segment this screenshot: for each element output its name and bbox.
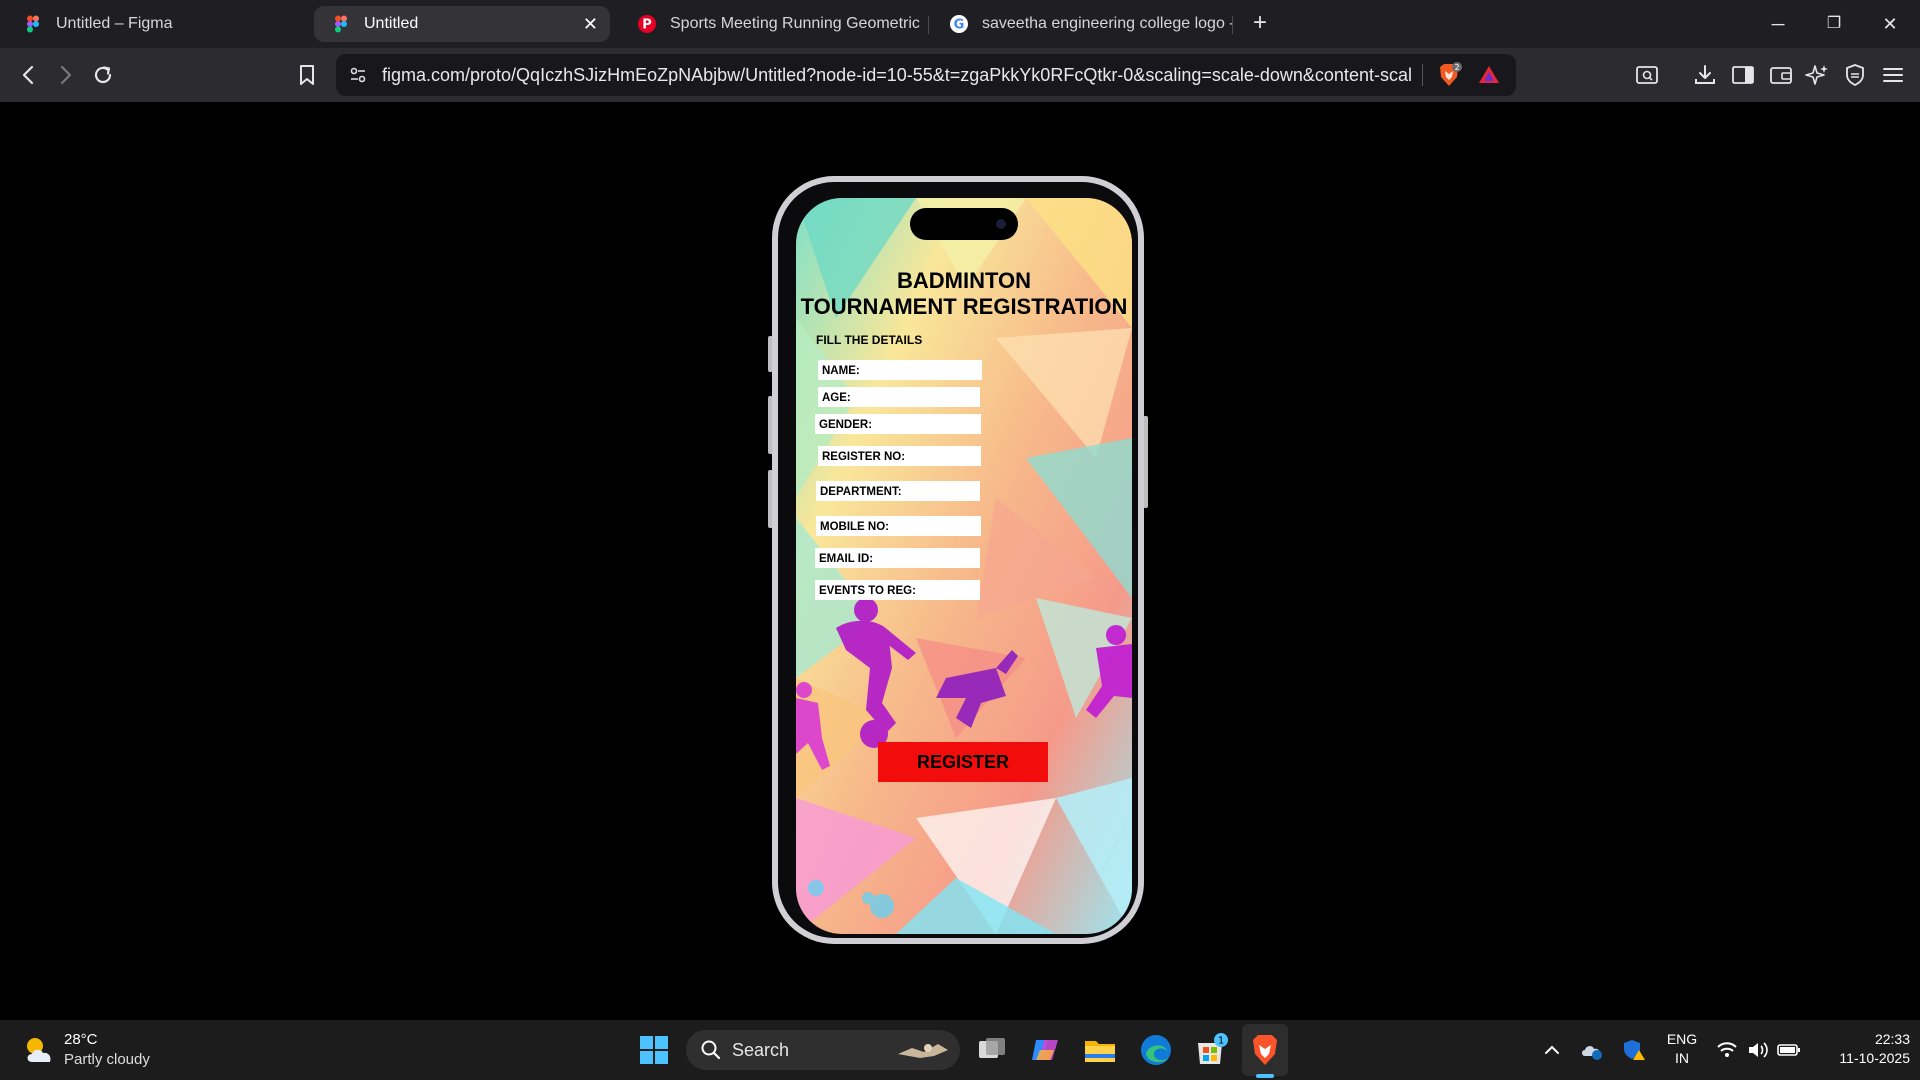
figma-icon <box>27 15 39 33</box>
minimize-button[interactable]: ─ <box>1758 8 1798 40</box>
phone-bezel: BADMINTON TOURNAMENT REGISTRATION FILL T… <box>778 182 1138 938</box>
tab-figma[interactable]: Untitled – Figma <box>6 6 306 42</box>
browser-toolbar: figma.com/proto/QqIczhSJizHmEoZpNAbjbw/U… <box>0 48 1920 102</box>
field-label: NAME: <box>822 365 860 377</box>
bookmark-icon[interactable] <box>292 60 322 90</box>
brave-rewards-icon[interactable] <box>1478 64 1500 86</box>
field-label: MOBILE NO: <box>820 521 889 533</box>
mobile-no-field[interactable]: MOBILE NO: <box>816 516 981 536</box>
title-line-1: BADMINTON <box>896 268 1032 293</box>
windows-start-icon[interactable] <box>636 1032 672 1068</box>
events-to-reg-field[interactable]: EVENTS TO REG: <box>815 580 980 600</box>
gender-field[interactable]: GENDER: <box>815 414 981 434</box>
battery-icon[interactable] <box>1776 1039 1802 1061</box>
restore-button[interactable]: ❐ <box>1814 8 1854 40</box>
pinterest-icon: P <box>638 15 656 33</box>
search-label: Search <box>732 1040 790 1060</box>
weather-temp[interactable]: 28°C <box>64 1031 98 1048</box>
phone-screen: BADMINTON TOURNAMENT REGISTRATION FILL T… <box>796 198 1132 934</box>
active-app-indicator <box>1256 1074 1274 1078</box>
phone-frame: BADMINTON TOURNAMENT REGISTRATION FILL T… <box>772 176 1144 944</box>
tab-separator <box>928 16 929 34</box>
svg-text:G: G <box>954 18 965 33</box>
copilot-icon[interactable] <box>1028 1032 1064 1068</box>
name-field[interactable]: NAME: <box>818 360 982 380</box>
field-label: EMAIL ID: <box>819 553 874 565</box>
brave-shields-icon[interactable]: 2 <box>1436 62 1462 88</box>
wallet-icon[interactable] <box>1768 62 1794 88</box>
dynamic-island <box>910 208 1018 240</box>
vpn-shield-icon[interactable] <box>1842 62 1868 88</box>
store-badge: 1 <box>1218 1036 1224 1047</box>
leo-ai-icon[interactable] <box>1804 62 1830 88</box>
tab-google[interactable]: G saveetha engineering college logo - ( <box>932 6 1232 42</box>
close-window-button[interactable]: ✕ <box>1870 8 1910 40</box>
front-camera <box>996 219 1006 229</box>
field-label: REGISTER NO: <box>822 451 906 463</box>
tab-separator <box>1232 16 1233 34</box>
form-title: BADMINTON TOURNAMENT REGISTRATION <box>796 268 1132 320</box>
onedrive-sync-icon[interactable] <box>1580 1038 1604 1062</box>
security-warning-icon[interactable] <box>1622 1038 1646 1062</box>
partly-cloudy-icon[interactable] <box>22 1032 58 1068</box>
svg-text:P: P <box>642 18 652 33</box>
department-field[interactable]: DEPARTMENT: <box>816 481 980 501</box>
microsoft-store-icon[interactable]: 1 <box>1192 1032 1228 1068</box>
field-label: AGE: <box>822 392 851 404</box>
title-line-2: TOURNAMENT REGISTRATION <box>800 294 1128 319</box>
age-field[interactable]: AGE: <box>818 387 980 407</box>
download-icon[interactable] <box>1692 62 1718 88</box>
clock[interactable]: 22:33 11-10-2025 <box>1810 1031 1910 1066</box>
language-indicator[interactable]: ENG IN <box>1662 1031 1702 1066</box>
search-icon <box>701 1040 721 1060</box>
reader-mode-icon[interactable] <box>1634 62 1660 88</box>
browser-tab-bar: Untitled – Figma Untitled ✕ P Sports Mee… <box>0 0 1920 48</box>
file-explorer-icon[interactable] <box>1082 1032 1118 1068</box>
tab-title: Untitled <box>364 15 419 32</box>
register-button[interactable]: REGISTER <box>878 742 1048 782</box>
chevron-up-icon[interactable] <box>1542 1040 1562 1060</box>
close-tab-icon[interactable]: ✕ <box>583 14 598 34</box>
field-label: GENDER: <box>819 419 873 431</box>
tab-title: Sports Meeting Running Geometric V <box>670 15 920 32</box>
edge-icon[interactable] <box>1138 1032 1174 1068</box>
field-label: DEPARTMENT: <box>820 486 902 498</box>
reload-icon[interactable] <box>88 60 118 90</box>
address-bar[interactable]: figma.com/proto/QqIczhSJizHmEoZpNAbjbw/U… <box>336 54 1516 96</box>
clock-time: 22:33 <box>1874 1031 1910 1047</box>
lang-line-1: ENG <box>1666 1031 1698 1047</box>
tab-title: Untitled – Figma <box>56 15 173 32</box>
back-icon[interactable] <box>14 60 44 90</box>
register-no-field[interactable]: REGISTER NO: <box>818 446 981 466</box>
clock-date: 11-10-2025 <box>1839 1050 1910 1066</box>
url-text: figma.com/proto/QqIczhSJizHmEoZpNAbjbw/U… <box>382 65 1412 85</box>
wifi-icon[interactable] <box>1716 1039 1738 1061</box>
forward-icon[interactable] <box>50 60 80 90</box>
search-highlight-icon <box>898 1044 948 1058</box>
weather-desc[interactable]: Partly cloudy <box>64 1051 150 1068</box>
figma-icon <box>335 15 347 33</box>
sidebar-icon[interactable] <box>1730 62 1756 88</box>
email-id-field[interactable]: EMAIL ID: <box>815 548 980 568</box>
lang-line-2: IN <box>1675 1050 1689 1066</box>
menu-icon[interactable] <box>1880 62 1906 88</box>
new-tab-button[interactable]: + <box>1246 10 1274 38</box>
task-view-icon[interactable] <box>974 1032 1010 1068</box>
shields-badge: 2 <box>1454 63 1459 72</box>
volume-icon[interactable] <box>1746 1039 1770 1061</box>
site-settings-icon[interactable] <box>348 65 368 85</box>
url-divider <box>1422 64 1423 86</box>
google-icon: G <box>950 15 968 33</box>
taskbar: 28°C Partly cloudy Search 1 ENG IN 22:33… <box>0 1020 1920 1080</box>
tab-untitled-active[interactable]: Untitled ✕ <box>314 6 610 42</box>
brave-browser-icon[interactable] <box>1247 1032 1283 1068</box>
tab-pinterest[interactable]: P Sports Meeting Running Geometric V <box>620 6 920 42</box>
form-subtitle: FILL THE DETAILS <box>816 333 923 347</box>
taskbar-search[interactable]: Search <box>686 1030 960 1070</box>
field-label: EVENTS TO REG: <box>819 585 916 597</box>
tab-title: saveetha engineering college logo - ( <box>982 15 1232 32</box>
